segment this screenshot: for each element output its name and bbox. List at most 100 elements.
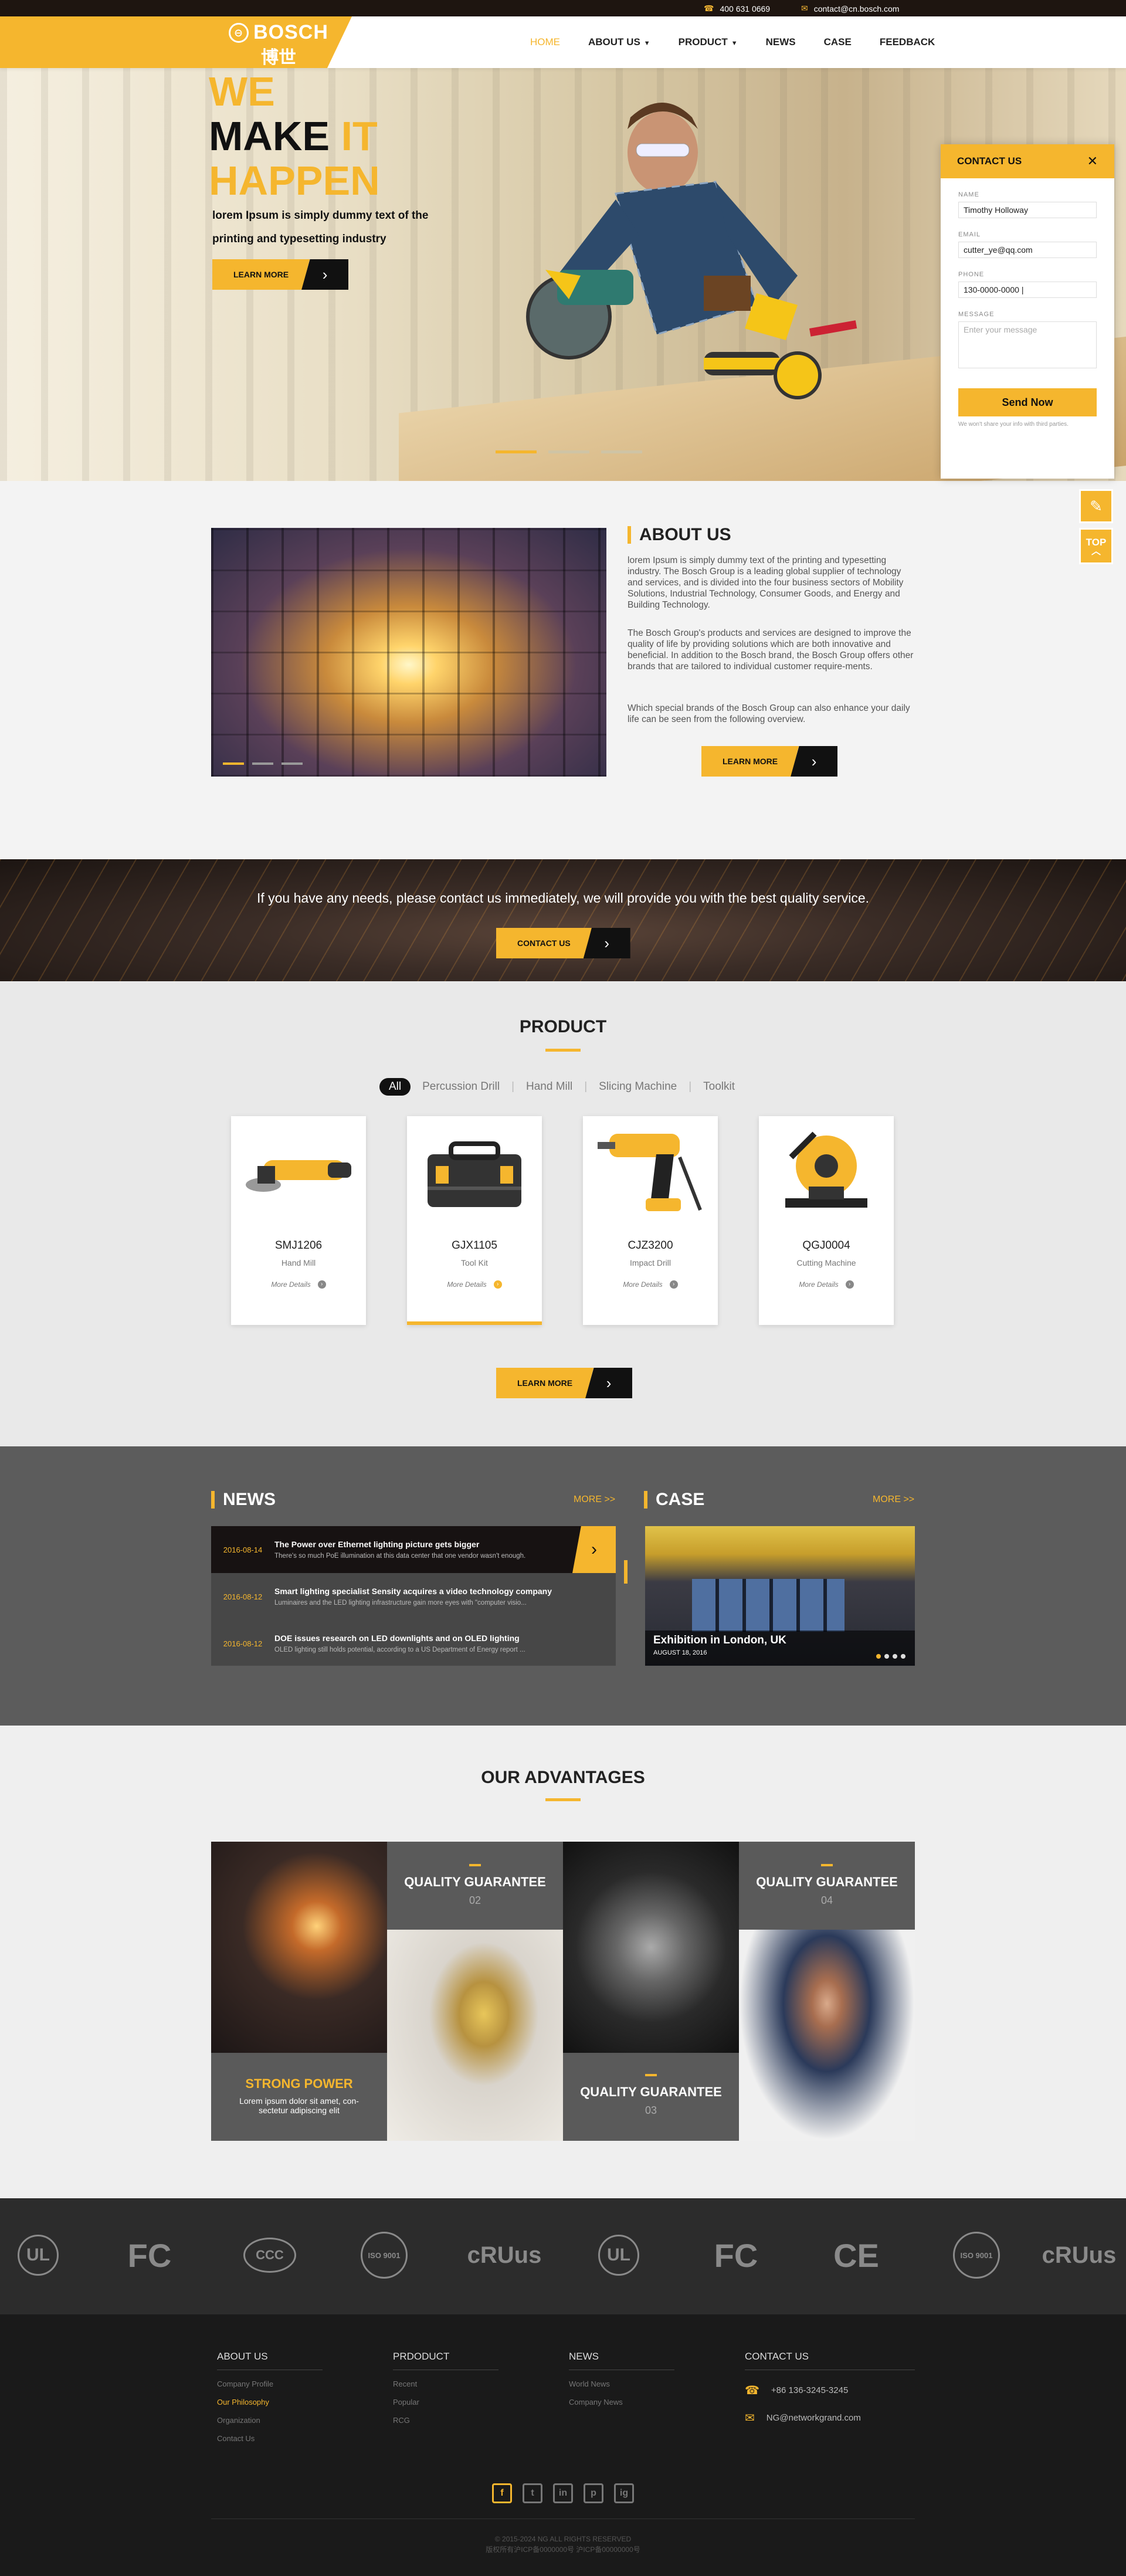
footer-link[interactable]: RCG [393,2416,545,2425]
iso-cert-icon: ISO 9001 [358,2229,411,2282]
ul-cert-icon: UL [12,2229,65,2282]
contact-us-button[interactable]: CONTACT US › [496,928,630,958]
message-field[interactable]: Enter your message [958,321,1097,368]
ul-cert-icon: UL [592,2229,645,2282]
about-image [211,528,606,777]
nav-home[interactable]: HOME [516,36,574,48]
filter-toolkit[interactable]: Toolkit [691,1078,747,1096]
name-label: NAME [958,191,979,198]
slider-dot[interactable] [252,762,273,765]
back-to-top-button[interactable]: TOP ︿ [1079,528,1113,564]
product-learn-more-button[interactable]: LEARN MORE › [496,1368,633,1398]
footer-link[interactable]: Company Profile [217,2380,369,2388]
slider-dot[interactable] [893,1654,897,1659]
footer-email[interactable]: ✉ NG@networkgrand.com [745,2411,915,2425]
slider-dot[interactable] [884,1654,889,1659]
footer-link[interactable]: World News [569,2380,721,2388]
advantage-tile-2[interactable]: QUALITY GUARANTEE 02 [387,1842,563,1930]
product-title: PRODUCT [519,1017,607,1036]
news-item[interactable]: 2016-08-12 Smart lighting specialist Sen… [211,1573,616,1620]
product-code: SMJ1206 [274,1239,323,1252]
advantage-tile-4[interactable]: QUALITY GUARANTEE 04 [739,1842,915,1930]
message-label: MESSAGE [958,311,995,318]
nav-about[interactable]: ABOUT US ▼ [574,36,664,48]
case-title: CASE [644,1490,704,1510]
product-card[interactable]: SMJ1206 Hand Mill More Details › [231,1116,366,1325]
news-date: 2016-08-12 [223,1592,263,1601]
chevron-right-icon[interactable]: › [572,1526,616,1573]
nav-product[interactable]: PRODUCT ▼ [664,36,752,48]
instagram-icon[interactable]: ig [614,2483,634,2503]
news-summary: OLED lighting still holds potential, acc… [274,1646,525,1653]
footer-link[interactable]: Organization [217,2416,369,2425]
phone-icon: ☎ [745,2384,759,2397]
footer-link[interactable]: Our Philosophy [217,2398,369,2406]
advantage-tile-1[interactable]: STRONG POWER Lorem ipsum dolor sit amet,… [211,2053,387,2141]
slider-dot[interactable] [223,762,244,765]
more-details-link[interactable]: More Details › [583,1280,718,1289]
edit-icon[interactable]: ✎ [1079,489,1113,523]
caret-down-icon: ▼ [643,40,650,47]
footer-link[interactable]: Company News [569,2398,721,2406]
topbar-email-text: contact@cn.bosch.com [813,4,900,13]
about-learn-more-button[interactable]: LEARN MORE › [701,746,838,777]
footer-phone[interactable]: ☎ +86 136-3245-3245 [745,2383,915,2398]
footer-link[interactable]: Contact Us [217,2434,369,2443]
linkedin-icon[interactable]: in [553,2483,573,2503]
arrow-right-icon: › [317,1280,326,1289]
facebook-icon[interactable]: f [492,2483,512,2503]
product-card[interactable]: QGJ0004 Cutting Machine More Details › [759,1116,894,1325]
name-field[interactable]: Timothy Holloway [958,202,1097,218]
news-title-text: The Power over Ethernet lighting picture… [274,1540,480,1549]
pinterest-icon[interactable]: p [584,2483,603,2503]
nav-feedback[interactable]: FEEDBACK [866,36,949,48]
product-card[interactable]: GJX1105 Tool Kit More Details › [407,1116,542,1325]
filter-slicing-machine[interactable]: Slicing Machine [587,1078,689,1096]
topbar-phone[interactable]: ☎ 400 631 0669 [704,4,770,13]
nav-news[interactable]: NEWS [752,36,810,48]
news-item[interactable]: 2016-08-12 DOE issues research on LED do… [211,1620,616,1667]
footer-link[interactable]: Popular [393,2398,545,2406]
twitter-icon[interactable]: t [523,2483,542,2503]
slider-dot[interactable] [901,1654,905,1659]
hero-learn-more-button[interactable]: LEARN MORE › [212,259,349,290]
filter-percussion-drill[interactable]: Percussion Drill [411,1078,511,1096]
footer-link[interactable]: Recent [393,2380,545,2388]
slider-dot[interactable] [496,450,537,453]
mail-icon: ✉ [801,4,808,13]
advantage-number: 02 [469,1894,481,1906]
close-icon[interactable]: ✕ [1087,154,1098,169]
slider-dot[interactable] [548,450,589,453]
logo-text-zh: 博世 [261,48,296,67]
more-details-link[interactable]: More Details › [231,1280,366,1289]
send-now-button[interactable]: Send Now [958,388,1097,416]
more-details-link[interactable]: More Details › [759,1280,894,1289]
case-more-link[interactable]: MORE >> [873,1494,914,1505]
slider-dot[interactable] [282,762,303,765]
email-field[interactable]: cutter_ye@qq.com [958,242,1097,258]
footer-heading: NEWS [569,2351,674,2370]
slider-dot[interactable] [601,450,642,453]
news-summary: There's so much PoE illumination at this… [274,1553,526,1560]
filter-hand-mill[interactable]: Hand Mill [514,1078,584,1096]
product-card[interactable]: CJZ3200 Impact Drill More Details › [583,1116,718,1325]
news-more-link[interactable]: MORE >> [574,1494,615,1505]
topbar-email[interactable]: ✉ contact@cn.bosch.com [801,4,899,13]
hero-line-1: WE [209,69,275,114]
copyright: © 2015-2024 NG ALL RIGHTS RESERVED 版权所有沪… [0,2534,1126,2555]
advantage-tile-3[interactable]: QUALITY GUARANTEE 03 [563,2053,739,2141]
filter-all[interactable]: All [379,1078,411,1096]
nav-case[interactable]: CASE [810,36,866,48]
cru-cert-icon: cRUus [467,2242,542,2268]
more-details-link[interactable]: More Details › [407,1280,542,1289]
news-list: 2016-08-14 The Power over Ethernet light… [211,1526,616,1666]
case-caption: Exhibition in London, UK AUGUST 18, 2016 [645,1631,915,1666]
slider-dot[interactable] [876,1654,881,1659]
hero-slider-dots [496,450,642,453]
product-code: QGJ0004 [802,1239,850,1252]
machinery-image [563,1842,739,2053]
phone-field[interactable]: 130-0000-0000 | [958,282,1097,298]
main-nav: HOME ABOUT US ▼ PRODUCT ▼ NEWS CASE FEEDBA… [516,16,949,68]
logo[interactable]: ⊖ BOSCH 博世 [226,21,331,67]
news-item[interactable]: 2016-08-14 The Power over Ethernet light… [211,1526,616,1573]
